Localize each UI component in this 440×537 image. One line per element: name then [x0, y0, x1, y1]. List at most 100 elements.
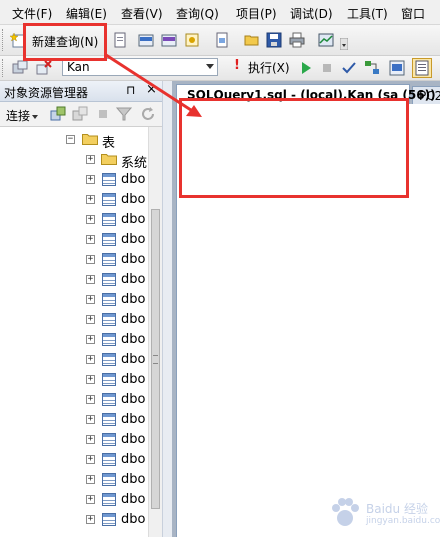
tree-node-table[interactable]: + dbo: [0, 170, 148, 190]
tree-node-table[interactable]: + dbo: [0, 330, 148, 350]
panel-splitter[interactable]: [162, 81, 172, 537]
scrollbar-thumb[interactable]: [151, 209, 160, 509]
connect-server-icon[interactable]: [50, 106, 66, 122]
toolbar-overflow-icon[interactable]: [340, 38, 348, 50]
expand-icon[interactable]: +: [86, 155, 95, 164]
tree-node-table[interactable]: + dbo: [0, 290, 148, 310]
tree-node-label: dbo: [121, 412, 146, 427]
tree-node-table[interactable]: + dbo: [0, 250, 148, 270]
tree-node-label: dbo: [121, 232, 146, 247]
expand-icon[interactable]: +: [86, 315, 95, 324]
table-icon: [102, 393, 116, 406]
expand-icon[interactable]: +: [86, 375, 95, 384]
menu-tools[interactable]: 工具(T): [347, 5, 388, 22]
table-icon: [102, 473, 116, 486]
cancel-query-icon[interactable]: [319, 60, 335, 76]
menu-view[interactable]: 查看(V): [121, 5, 163, 22]
tree-node-table[interactable]: + dbo: [0, 410, 148, 430]
tree-node-label: 系统: [121, 156, 148, 171]
execute-icon: !: [234, 58, 240, 73]
tree-node-label: dbo: [121, 272, 146, 287]
tree-node-table[interactable]: + dbo: [0, 510, 148, 530]
tree-node-table[interactable]: + dbo: [0, 450, 148, 470]
tree-node-table[interactable]: + dbo: [0, 310, 148, 330]
expand-icon[interactable]: +: [86, 335, 95, 344]
collapse-icon[interactable]: −: [66, 135, 75, 144]
expand-icon[interactable]: +: [86, 355, 95, 364]
close-icon[interactable]: ×: [146, 82, 157, 97]
tree-node-table[interactable]: + dbo: [0, 390, 148, 410]
parse-checkmark-icon[interactable]: [341, 60, 357, 76]
connect-dropdown[interactable]: 连接: [6, 107, 39, 124]
menu-query[interactable]: 查询(Q): [176, 5, 219, 22]
expand-icon[interactable]: +: [86, 515, 95, 524]
activity-monitor-icon[interactable]: [318, 32, 334, 48]
open-folder-icon[interactable]: [244, 32, 260, 48]
tree-node-table[interactable]: + dbo: [0, 430, 148, 450]
expand-icon[interactable]: +: [86, 475, 95, 484]
tree-node-label: 表: [102, 136, 116, 151]
object-explorer-tree: − 表 + 系统 + dbo + dbo + dbo + dbo + dbo + dbo + dbo + db…: [0, 127, 148, 537]
watermark: Baidu 经验 jingyan.baidu.com: [320, 490, 440, 537]
disconnect-icon[interactable]: [72, 106, 88, 122]
results-to-grid-icon[interactable]: [412, 58, 432, 78]
save-icon[interactable]: [266, 32, 282, 48]
expand-icon[interactable]: +: [86, 195, 95, 204]
expand-icon[interactable]: +: [86, 275, 95, 284]
analysis-query-icon[interactable]: [214, 32, 230, 48]
tree-node-table[interactable]: + dbo: [0, 210, 148, 230]
expand-icon[interactable]: +: [86, 235, 95, 244]
tree-scrollbar[interactable]: [148, 127, 162, 537]
tree-node-table[interactable]: + dbo: [0, 470, 148, 490]
toolbar-grip[interactable]: [2, 29, 6, 51]
tree-node-label: dbo: [121, 352, 146, 367]
estimated-plan-icon[interactable]: [364, 60, 380, 76]
database-value: Kan: [67, 60, 90, 74]
chevron-down-icon: [32, 114, 39, 119]
tree-node-table[interactable]: + dbo: [0, 230, 148, 250]
menu-edit[interactable]: 编辑(E): [66, 5, 107, 22]
filter-icon[interactable]: [116, 106, 132, 122]
query-options-icon[interactable]: [389, 60, 405, 76]
change-connection-icon[interactable]: [36, 60, 52, 76]
expand-icon[interactable]: +: [86, 455, 95, 464]
menu-debug[interactable]: 调试(D): [290, 5, 333, 22]
tree-node-table[interactable]: + dbo: [0, 370, 148, 390]
tree-node-table[interactable]: + dbo: [0, 490, 148, 510]
expand-icon[interactable]: +: [86, 215, 95, 224]
expand-icon[interactable]: +: [86, 295, 95, 304]
tree-node-table[interactable]: + dbo: [0, 190, 148, 210]
debug-play-icon[interactable]: [298, 60, 314, 76]
pin-icon[interactable]: ⊓: [126, 83, 135, 97]
xmla-query-icon[interactable]: [184, 32, 200, 48]
expand-icon[interactable]: +: [86, 415, 95, 424]
menu-file[interactable]: 文件(F): [12, 5, 52, 22]
dmx-query-icon[interactable]: [161, 32, 177, 48]
folder-icon: [82, 134, 98, 145]
menu-bar: 文件(F) 编辑(E) 查看(V) 查询(Q) 项目(P) 调试(D) 工具(T…: [0, 0, 440, 25]
refresh-icon[interactable]: [140, 106, 156, 122]
tree-node-table[interactable]: + dbo: [0, 350, 148, 370]
tree-node-system-tables[interactable]: + 系统: [0, 150, 148, 171]
tree-node-tables[interactable]: − 表: [0, 130, 148, 151]
toolbar-grip[interactable]: [2, 59, 6, 77]
table-icon: [102, 353, 116, 366]
expand-icon[interactable]: +: [86, 395, 95, 404]
new-file-icon[interactable]: [112, 32, 128, 48]
expand-icon[interactable]: +: [86, 255, 95, 264]
expand-icon[interactable]: +: [86, 435, 95, 444]
connect-icon[interactable]: [12, 60, 28, 76]
print-icon[interactable]: [289, 32, 305, 48]
object-explorer-title: 对象资源管理器: [4, 86, 89, 100]
tree-node-label: dbo: [121, 512, 146, 527]
table-icon: [102, 213, 116, 226]
table-icon: [102, 413, 116, 426]
tree-node-table[interactable]: + dbo: [0, 270, 148, 290]
stop-icon[interactable]: [95, 106, 111, 122]
mdx-query-icon[interactable]: [138, 32, 154, 48]
menu-project[interactable]: 项目(P): [236, 5, 277, 22]
watermark-url: jingyan.baidu.com: [366, 516, 440, 526]
expand-icon[interactable]: +: [86, 495, 95, 504]
menu-window[interactable]: 窗口: [401, 5, 425, 22]
expand-icon[interactable]: +: [86, 175, 95, 184]
